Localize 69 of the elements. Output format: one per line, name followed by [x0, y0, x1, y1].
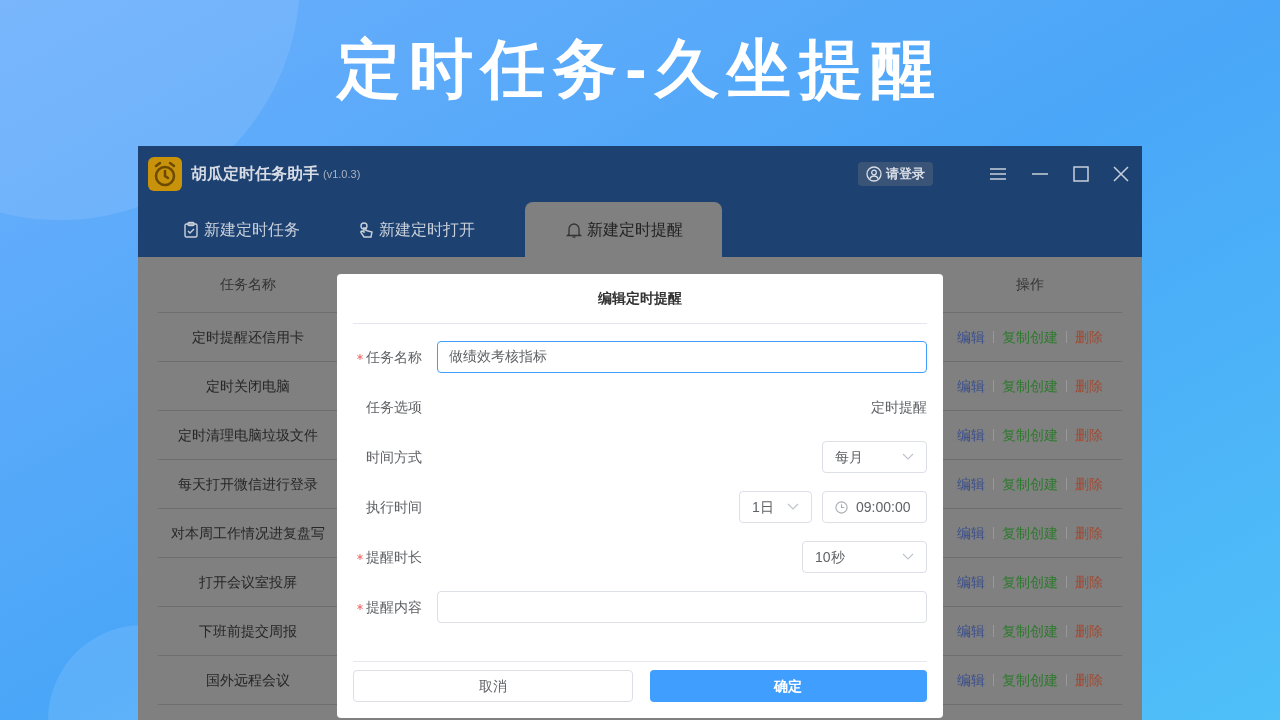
field-label: 执行时间 — [366, 497, 422, 517]
action-link[interactable]: 复制创建 — [1001, 424, 1058, 446]
app-name: 胡瓜定时任务助手 — [191, 164, 319, 184]
action-link[interactable]: 编辑 — [956, 375, 985, 397]
bell-icon — [564, 220, 583, 239]
table-cell-text: 打开会议室投屏 — [198, 572, 297, 592]
action-link[interactable]: 编辑 — [956, 669, 985, 691]
field-label: 任务选项 — [366, 397, 422, 417]
page-title: 定时任务-久坐提醒 — [337, 37, 943, 101]
action-link[interactable]: 删除 — [1074, 571, 1103, 593]
app-version: (v1.0.3) — [323, 166, 361, 182]
login-button[interactable]: 请登录 — [858, 162, 933, 186]
field-label: 提醒内容 — [366, 597, 422, 617]
action-link[interactable]: 删除 — [1074, 669, 1103, 691]
action-link[interactable]: 删除 — [1074, 473, 1103, 495]
clock-icon — [835, 500, 848, 514]
alarm-clock-icon — [148, 157, 182, 191]
field-label: 任务名称 — [366, 347, 422, 367]
action-link[interactable]: 编辑 — [956, 522, 985, 544]
field-label: 提醒时长 — [366, 547, 422, 567]
action-link[interactable]: 复制创建 — [1001, 473, 1058, 495]
table-cell-text: 对本周工作情况进复盘写 — [170, 523, 325, 543]
action-link[interactable]: 复制创建 — [1001, 375, 1058, 397]
required-asterisk-icon — [357, 604, 363, 610]
action-link[interactable]: 删除 — [1074, 326, 1103, 348]
table-cell-text: 国外远程会议 — [205, 670, 290, 690]
action-link[interactable]: 复制创建 — [1001, 571, 1058, 593]
chevron-down-icon — [902, 453, 914, 461]
cancel-button[interactable]: 取消 — [353, 670, 633, 702]
tab[interactable]: 新建定时提醒 — [525, 202, 722, 257]
action-link[interactable]: 删除 — [1074, 522, 1103, 544]
confirm-button[interactable]: 确定 — [649, 670, 927, 702]
field-label: 时间方式 — [366, 447, 422, 467]
required-asterisk-icon — [357, 554, 363, 560]
dialog-title: 编辑定时提醒 — [353, 274, 927, 324]
user-icon — [866, 166, 882, 182]
table-cell-text: 每天打开微信进行登录 — [177, 474, 318, 494]
close-icon[interactable] — [1112, 166, 1130, 182]
menu-icon[interactable] — [988, 166, 1008, 182]
action-link[interactable]: 复制创建 — [1001, 522, 1058, 544]
maximize-icon[interactable] — [1072, 166, 1090, 182]
input-field[interactable]: 做绩效考核指标 — [437, 341, 927, 373]
action-link[interactable]: 复制创建 — [1001, 620, 1058, 642]
action-link[interactable]: 删除 — [1074, 424, 1103, 446]
action-link[interactable]: 删除 — [1074, 620, 1103, 642]
table-cell-text: 定时关闭电脑 — [205, 376, 290, 396]
action-link[interactable]: 复制创建 — [1001, 669, 1058, 691]
table-cell-text: 下班前提交周报 — [198, 621, 297, 641]
action-link[interactable]: 编辑 — [956, 571, 985, 593]
chevron-down-icon — [787, 503, 799, 511]
clipboard-icon — [181, 220, 200, 239]
tab[interactable]: 新建定时打开 — [343, 202, 488, 257]
action-link[interactable]: 删除 — [1074, 375, 1103, 397]
action-link[interactable]: 编辑 — [956, 326, 985, 348]
action-link[interactable]: 编辑 — [956, 473, 985, 495]
dropdown[interactable]: 10秒 — [802, 541, 927, 573]
action-link[interactable]: 复制创建 — [1001, 326, 1058, 348]
time-picker[interactable]: 09:00:00 — [822, 491, 927, 523]
tab[interactable]: 新建定时任务 — [168, 202, 313, 257]
action-link[interactable]: 编辑 — [956, 424, 985, 446]
dropdown[interactable]: 1日 — [739, 491, 812, 523]
required-asterisk-icon — [357, 354, 363, 360]
table-cell-text: 定时提醒还信用卡 — [191, 327, 304, 347]
table-cell-text: 定时清理电脑垃圾文件 — [177, 425, 318, 445]
input-field[interactable] — [437, 591, 927, 623]
chevron-down-icon — [902, 553, 914, 561]
option-value: 定时提醒 — [871, 397, 927, 417]
action-link[interactable]: 编辑 — [956, 620, 985, 642]
dropdown[interactable]: 每月 — [822, 441, 927, 473]
